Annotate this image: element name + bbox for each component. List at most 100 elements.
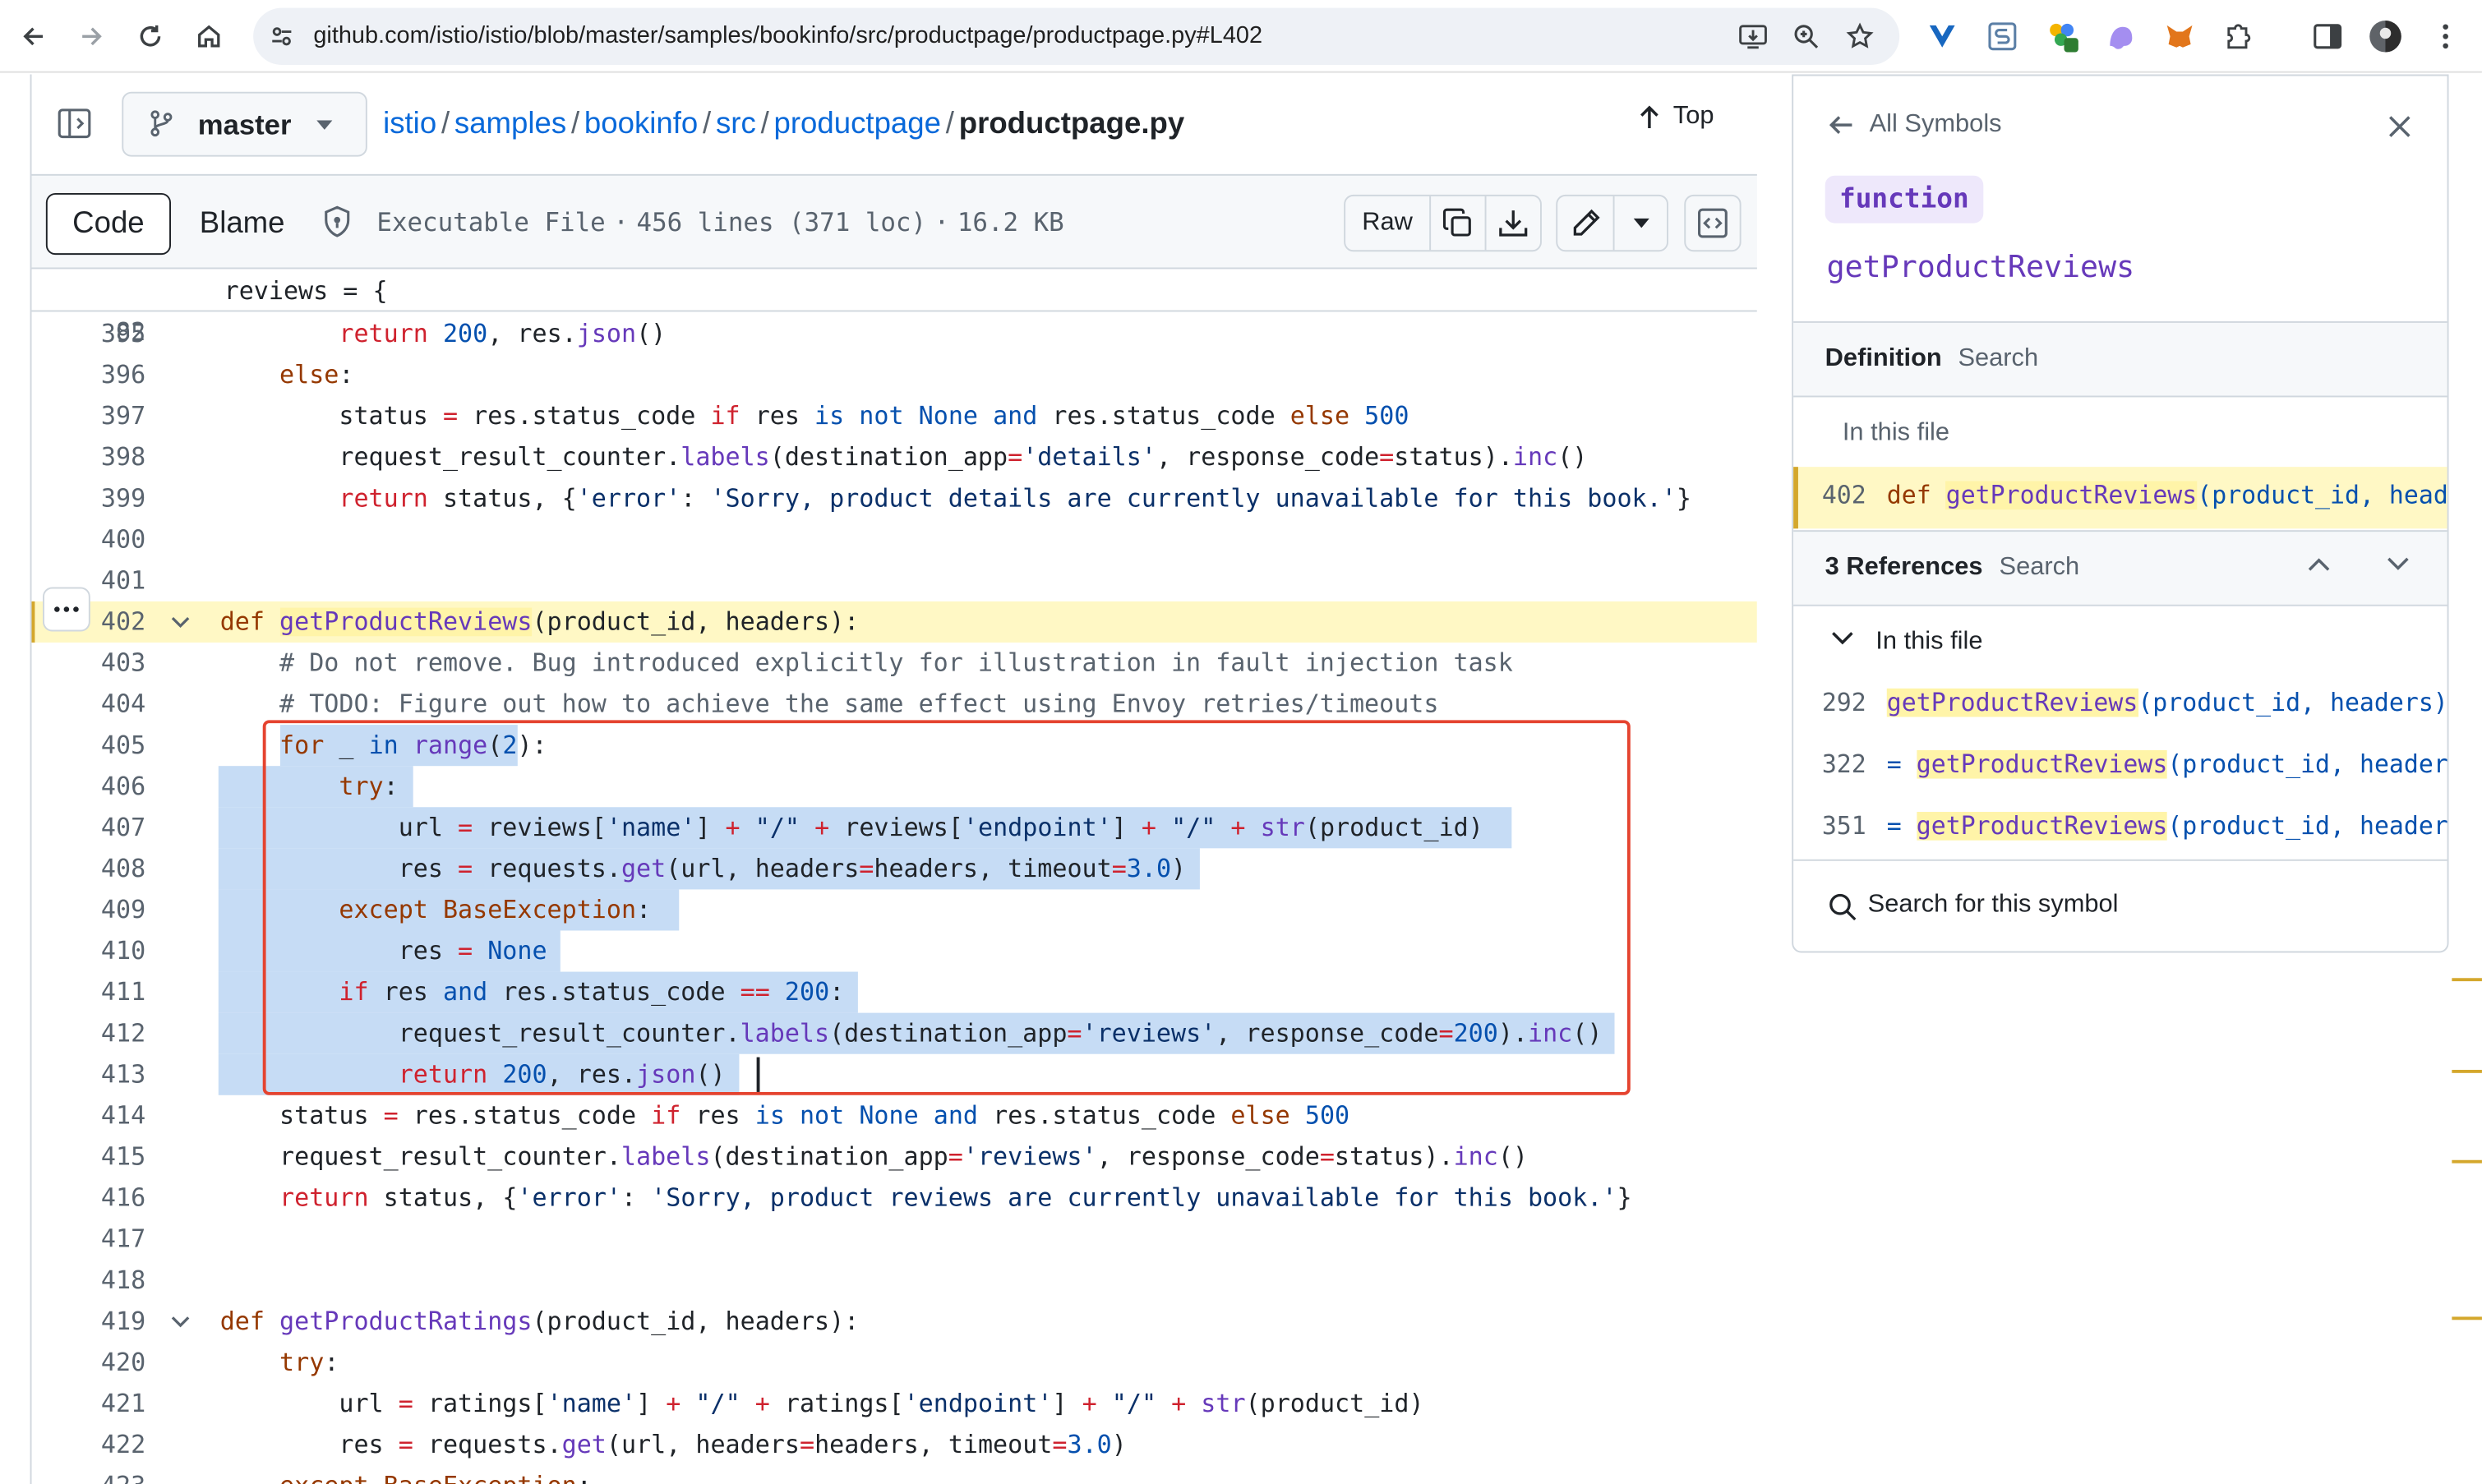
breadcrumb-samples[interactable]: samples (454, 108, 566, 141)
extension-ghost-icon[interactable] (2104, 19, 2138, 53)
extension-vuetify-icon[interactable] (1925, 19, 1959, 53)
url-text[interactable]: github.com/istio/istio/blob/master/sampl… (313, 22, 1262, 49)
line-number[interactable]: 418 (32, 1260, 145, 1301)
file-toolbar: Code Blame Executable File · 456 lines (… (31, 173, 1757, 270)
bookmark-star-icon[interactable] (1846, 22, 1875, 51)
next-reference-icon[interactable] (2387, 557, 2409, 571)
line-number[interactable]: 404 (32, 684, 145, 725)
all-symbols-label: All Symbols (1869, 110, 2002, 138)
line-number[interactable]: 407 (32, 807, 145, 848)
branch-dropdown-caret-icon (316, 120, 333, 130)
breadcrumb-src[interactable]: src (716, 108, 756, 141)
references-in-this-file-label: In this file (1875, 628, 1983, 656)
line-number[interactable]: 406 (32, 766, 145, 807)
line-number[interactable]: 400 (32, 519, 145, 560)
current-line-marker (31, 601, 35, 643)
close-icon[interactable] (2381, 108, 2419, 145)
extension-metamask-fox-icon[interactable] (2162, 19, 2197, 53)
code-line: 402 def getProductReviews(product_id, hea… (31, 601, 1757, 643)
code-square-icon[interactable] (1686, 196, 1739, 250)
line-code: return status, {'error': 'Sorry, product… (339, 484, 1691, 514)
line-code: return status, {'error': 'Sorry, product… (279, 1183, 1632, 1213)
breadcrumb-separator: / (760, 107, 769, 141)
extension-s-icon[interactable] (1985, 19, 2019, 53)
install-app-icon[interactable] (1738, 22, 1769, 51)
edit-dropdown-caret-icon[interactable] (1612, 196, 1667, 251)
breadcrumb-separator: / (570, 107, 580, 141)
line-number[interactable]: 417 (32, 1219, 145, 1260)
code-line: 403 # Do not remove. Bug introduced expl… (32, 643, 1757, 684)
tab-code[interactable]: Code (45, 192, 172, 256)
reference-code: getProductReviews(product_id, headers) (1886, 688, 2447, 717)
fold-chevron-icon[interactable] (169, 611, 191, 633)
line-number[interactable]: 414 (32, 1095, 145, 1136)
profile-avatar-icon[interactable] (2368, 19, 2402, 53)
branch-selector[interactable]: master (122, 91, 367, 157)
scrollbar-marker (2452, 1316, 2482, 1320)
references-search[interactable]: Search (2000, 554, 2080, 583)
top-button[interactable]: Top (1638, 103, 1714, 131)
code-line: 420 try: (32, 1342, 1757, 1383)
tab-definition-search[interactable]: Search (1958, 345, 2038, 374)
site-settings-icon[interactable] (267, 22, 296, 51)
reference-row[interactable]: 351 = getProductReviews(product_id, heade… (1793, 798, 2447, 860)
line-number[interactable]: 410 (32, 930, 145, 971)
line-number[interactable]: 82 (32, 311, 145, 353)
fold-chevron-icon[interactable] (169, 1311, 191, 1333)
address-bar[interactable]: github.com/istio/istio/blob/master/sampl… (253, 7, 1900, 65)
tab-definition[interactable]: Definition (1825, 345, 1942, 374)
breadcrumb-productpage[interactable]: productpage (774, 108, 941, 141)
home-icon[interactable] (190, 17, 228, 55)
extensions-puzzle-icon[interactable] (2221, 19, 2255, 53)
line-number[interactable]: 409 (32, 889, 145, 930)
definition-line-number: 402 (1821, 481, 1866, 510)
reference-line-number: 351 (1821, 812, 1866, 841)
download-icon[interactable] (1484, 196, 1540, 251)
breadcrumb-istio[interactable]: istio (383, 108, 436, 141)
reference-row[interactable]: 292 getProductReviews(product_id, headers… (1793, 674, 2447, 735)
line-number[interactable]: 420 (32, 1342, 145, 1383)
line-number[interactable]: 412 (32, 1013, 145, 1054)
line-number[interactable]: 399 (32, 478, 145, 519)
sticky-scope-line: 82 reviews = { (31, 270, 1757, 347)
zoom-icon[interactable] (1792, 22, 1820, 51)
code-line: 399 return status, {'error': 'Sorry, pro… (32, 478, 1757, 519)
browser-menu-icon[interactable] (2428, 19, 2462, 53)
file-info: Executable File · 456 lines (371 loc) · … (323, 205, 1064, 237)
line-number[interactable]: 422 (32, 1424, 145, 1465)
search-symbol-row[interactable]: Search for this symbol (1793, 859, 2447, 952)
raw-button[interactable]: Raw (1345, 196, 1429, 250)
line-number[interactable]: 405 (32, 725, 145, 766)
line-options-button[interactable] (43, 587, 90, 632)
copy-icon[interactable] (1429, 196, 1484, 251)
previous-reference-icon[interactable] (2308, 557, 2330, 571)
all-symbols-back-link[interactable]: All Symbols (1829, 111, 2002, 140)
line-number[interactable]: 423 (32, 1465, 145, 1484)
edit-pencil-icon[interactable] (1557, 196, 1612, 250)
definition-result-row[interactable]: 402 def getProductReviews(product_id, he… (1793, 467, 2447, 529)
line-number[interactable]: 398 (32, 437, 145, 478)
line-number[interactable]: 403 (32, 643, 145, 684)
reference-row[interactable]: 322 = getProductReviews(product_id, heade… (1793, 736, 2447, 798)
code-line: 419 def getProductRatings(product_id, hea… (32, 1301, 1757, 1342)
line-code: request_result_counter.labels(destinatio… (219, 443, 1588, 472)
line-number[interactable]: 415 (32, 1136, 145, 1178)
collapse-file-tree-icon[interactable] (48, 96, 101, 150)
line-number[interactable]: 416 (32, 1178, 145, 1219)
line-number[interactable]: 408 (32, 848, 145, 889)
forward-arrow-icon[interactable] (73, 17, 111, 55)
breadcrumb-bookinfo[interactable]: bookinfo (584, 108, 698, 141)
tab-blame[interactable]: Blame (171, 193, 313, 255)
back-arrow-icon[interactable] (14, 17, 52, 55)
line-number[interactable]: 411 (32, 972, 145, 1013)
line-number[interactable]: 413 (32, 1054, 145, 1095)
side-panel-icon[interactable] (2309, 19, 2344, 53)
line-number[interactable]: 419 (32, 1301, 145, 1342)
code-view[interactable]: 82 reviews = { 395 return 200, res.json(… (31, 270, 1757, 1484)
line-number[interactable]: 421 (32, 1383, 145, 1424)
code-line: 417 (32, 1219, 1757, 1260)
references-scope[interactable]: In this file (1793, 604, 2447, 671)
extension-puzzle-badge-icon[interactable] (2045, 19, 2079, 53)
references-count: 3 References (1825, 554, 1983, 581)
reload-icon[interactable] (131, 17, 169, 55)
